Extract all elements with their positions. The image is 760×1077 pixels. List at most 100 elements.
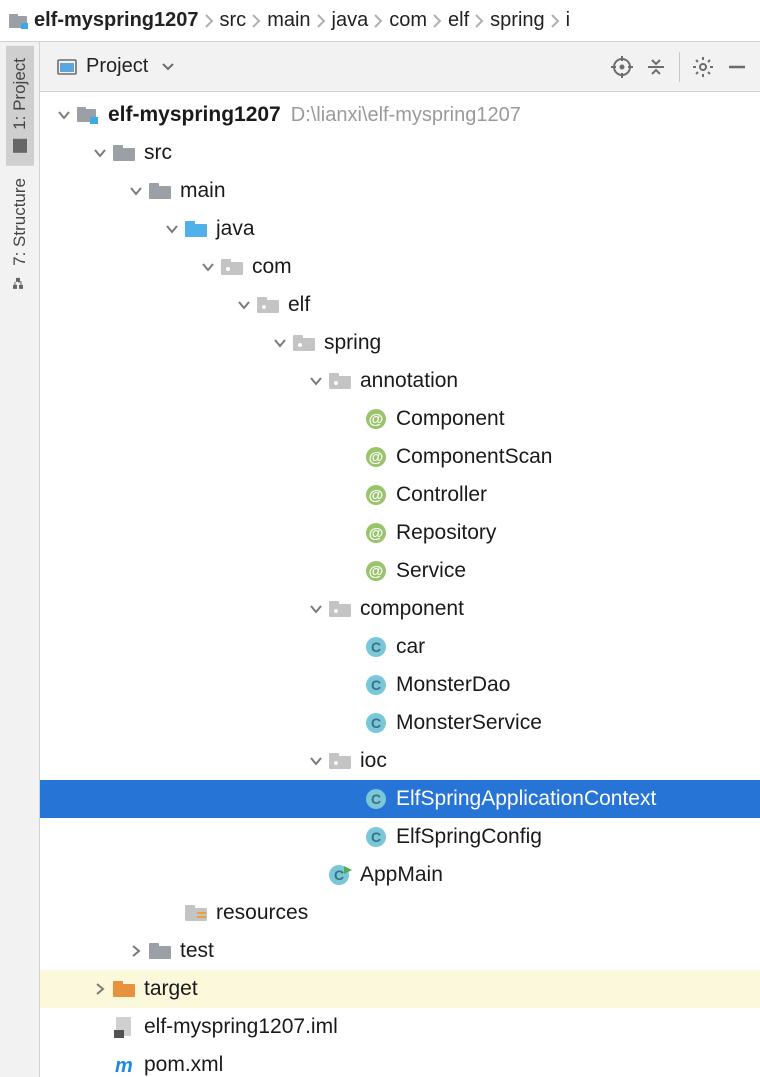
tree-node[interactable]: main	[40, 172, 760, 210]
chevron-down-icon[interactable]	[126, 181, 146, 201]
hide-button[interactable]	[720, 50, 754, 84]
project-view-icon	[56, 56, 78, 78]
chevron-down-icon[interactable]	[306, 371, 326, 391]
tree-node[interactable]: C ElfSpringApplicationContext	[40, 780, 760, 818]
tree-node[interactable]: Ccar	[40, 628, 760, 666]
tree-node[interactable]: @ Repository	[40, 514, 760, 552]
anno-icon: @	[364, 521, 388, 545]
tree-node[interactable]: CElfSpringConfig	[40, 818, 760, 856]
tree-node-label: ComponentScan	[396, 445, 552, 469]
panel-header: Project	[40, 42, 760, 92]
tree-node[interactable]: @Component	[40, 400, 760, 438]
tree-node-label: src	[144, 141, 172, 165]
anno-icon: @	[364, 445, 388, 469]
class-icon: C	[364, 635, 388, 659]
chevron-right-icon	[551, 14, 560, 28]
tree-node-label: Component	[396, 407, 505, 431]
module-icon	[8, 13, 30, 29]
chevron-right-icon[interactable]	[90, 979, 110, 999]
tree-node[interactable]: @Service	[40, 552, 760, 590]
tree-node-label: annotation	[360, 369, 458, 393]
folder-gray-icon	[148, 179, 172, 203]
tree-node-path: D:\lianxi\elf-myspring1207	[291, 104, 521, 127]
chevron-right-icon	[317, 14, 326, 28]
tree-node-label: ElfSpringApplicationContext	[396, 787, 656, 811]
tree-node-label: elf-myspring1207.iml	[144, 1015, 338, 1039]
chevron-down-icon[interactable]	[270, 333, 290, 353]
tree-node-label: java	[216, 217, 255, 241]
chevron-right-icon	[433, 14, 442, 28]
tree-node[interactable]: CAppMain	[40, 856, 760, 894]
tree-node[interactable]: com	[40, 248, 760, 286]
class-icon: C	[364, 673, 388, 697]
svg-text:@: @	[369, 449, 384, 466]
chevron-down-icon[interactable]	[234, 295, 254, 315]
tree-node-label: component	[360, 597, 464, 621]
tree-node[interactable]: @Controller	[40, 476, 760, 514]
tree-node[interactable]: test	[40, 932, 760, 970]
panel-title-label: Project	[86, 55, 148, 78]
chevron-down-icon[interactable]	[162, 219, 182, 239]
sidebar-tab-project[interactable]: 1: Project	[6, 46, 34, 166]
tree-node-label: Controller	[396, 483, 487, 507]
tool-window-bar: 1: Project 7: Structure	[0, 42, 40, 1077]
tree-node[interactable]: mpom.xml	[40, 1046, 760, 1077]
tree-node[interactable]: @ ComponentScan	[40, 438, 760, 476]
locate-button[interactable]	[605, 50, 639, 84]
breadcrumb-item[interactable]: java	[332, 9, 369, 32]
svg-text:C: C	[371, 791, 381, 807]
tree-node-label: elf-myspring1207	[108, 103, 281, 127]
folder-orange-icon	[112, 977, 136, 1001]
project-view-selector[interactable]: Project	[50, 52, 180, 81]
chevron-right-icon	[475, 14, 484, 28]
chevron-down-icon[interactable]	[198, 257, 218, 277]
breadcrumb-item[interactable]: main	[267, 9, 310, 32]
project-icon	[12, 138, 28, 154]
sidebar-tab-structure[interactable]: 7: Structure	[6, 166, 34, 302]
chevron-right-icon	[252, 14, 261, 28]
tree-node[interactable]: resources	[40, 894, 760, 932]
tree-node-label: Repository	[396, 521, 496, 545]
tree-node[interactable]: elf-myspring1207 D:\lianxi\elf-myspring12…	[40, 96, 760, 134]
chevron-right-icon[interactable]	[126, 941, 146, 961]
project-tree[interactable]: elf-myspring1207 D:\lianxi\elf-myspring12…	[40, 92, 760, 1077]
breadcrumb-item[interactable]: spring	[490, 9, 544, 32]
tree-node[interactable]: spring	[40, 324, 760, 362]
tree-node[interactable]: java	[40, 210, 760, 248]
settings-button[interactable]	[686, 50, 720, 84]
tree-node[interactable]: component	[40, 590, 760, 628]
breadcrumb-item[interactable]: src	[220, 9, 247, 32]
project-panel: Project elf-myspring1207 D:\lianxi\elf-my…	[40, 42, 760, 1077]
collapse-all-button[interactable]	[639, 50, 673, 84]
tree-node[interactable]: annotation	[40, 362, 760, 400]
structure-icon	[12, 274, 28, 290]
svg-text:@: @	[369, 525, 384, 542]
tree-node-label: ioc	[360, 749, 387, 773]
svg-text:@: @	[369, 563, 384, 580]
svg-text:C: C	[371, 639, 381, 655]
sidebar-tab-label: 1: Project	[10, 58, 30, 130]
folder-gray-icon	[148, 939, 172, 963]
tree-node[interactable]: CMonsterDao	[40, 666, 760, 704]
tree-node-label: spring	[324, 331, 381, 355]
tree-node-label: main	[180, 179, 226, 203]
tree-node[interactable]: elf	[40, 286, 760, 324]
breadcrumb-item[interactable]: i	[566, 9, 570, 32]
class-icon: C	[364, 787, 388, 811]
breadcrumb-item[interactable]: elf	[448, 9, 469, 32]
tree-node[interactable]: target	[40, 970, 760, 1008]
chevron-down-icon[interactable]	[54, 105, 74, 125]
class-icon: C	[364, 711, 388, 735]
chevron-down-icon[interactable]	[306, 599, 326, 619]
tree-node[interactable]: CMonsterService	[40, 704, 760, 742]
chevron-down-icon[interactable]	[90, 143, 110, 163]
chevron-down-icon[interactable]	[306, 751, 326, 771]
resources-icon	[184, 901, 208, 925]
tree-node[interactable]: ioc	[40, 742, 760, 780]
breadcrumb-item[interactable]: com	[389, 9, 427, 32]
tree-node-label: resources	[216, 901, 308, 925]
breadcrumb-item[interactable]: elf-myspring1207	[34, 9, 199, 32]
tree-node[interactable]: src	[40, 134, 760, 172]
tree-node[interactable]: elf-myspring1207.iml	[40, 1008, 760, 1046]
folder-blue-icon	[184, 217, 208, 241]
